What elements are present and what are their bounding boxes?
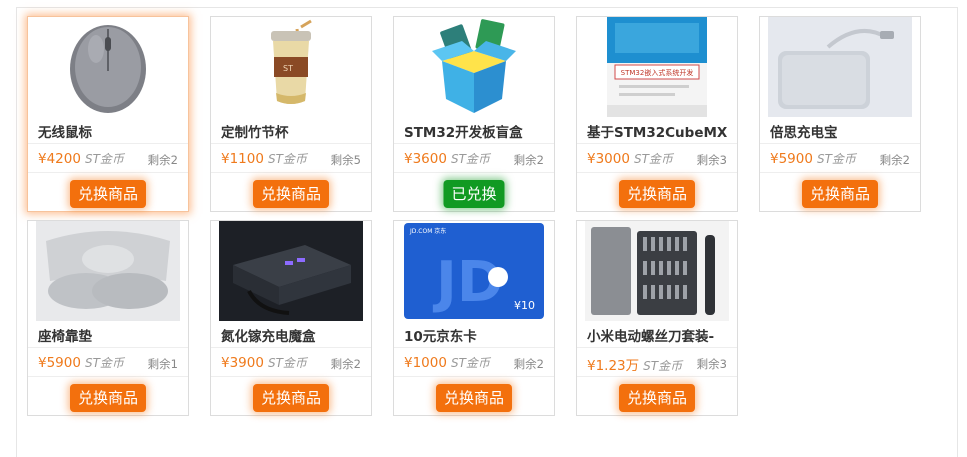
redeem-button[interactable]: 兑换商品 (252, 384, 330, 412)
product-card[interactable]: STM32嵌入式系统开发 基于STM32CubeMX ¥3000 ST金币 剩余3… (576, 16, 738, 212)
product-name: 座椅靠垫 (38, 329, 92, 345)
product-name: 氮化镓充电魔盒 (221, 329, 316, 345)
product-name: 小米电动螺丝刀套装- (587, 329, 715, 345)
product-card[interactable]: ST 定制竹节杯 ¥1100 ST金币 剩余5 兑换商品 (210, 16, 372, 212)
bamboo-cup-image: ST (219, 17, 363, 117)
product-name: STM32开发板盲盒 (404, 125, 523, 141)
redeem-button[interactable]: 兑换商品 (69, 384, 147, 412)
product-name: 基于STM32CubeMX (587, 125, 728, 141)
stock-count: 剩余2 (879, 153, 910, 167)
redeem-button[interactable]: 兑换商品 (618, 180, 696, 208)
price-row: ¥3900 ST金币 剩余2 (211, 347, 371, 377)
price-row: ¥3000 ST金币 剩余3 (577, 143, 737, 173)
price: ¥3900 ST金币 (221, 355, 307, 371)
product-name: 无线鼠标 (38, 125, 92, 141)
gan-charger-image (219, 221, 363, 321)
price-row: ¥1000 ST金币 剩余2 (394, 347, 554, 377)
jd-card-brand: JD.COM 京东 (409, 227, 446, 235)
stock-count: 剩余5 (330, 153, 361, 167)
price: ¥5900 ST金币 (38, 355, 124, 371)
power-bank-image (768, 17, 912, 117)
price: ¥3000 ST金币 (587, 151, 673, 167)
product-card[interactable]: 倍思充电宝 ¥5900 ST金币 剩余2 兑换商品 (759, 16, 921, 212)
jd-card-amount: ¥10 (514, 299, 535, 312)
product-card[interactable]: 无线鼠标 ¥4200 ST金币 剩余2 兑换商品 (27, 16, 189, 212)
product-grid: 无线鼠标 ¥4200 ST金币 剩余2 兑换商品 ST 定制竹节杯 ¥1100 ST… (27, 16, 921, 416)
book-image: STM32嵌入式系统开发 (585, 17, 729, 117)
wireless-mouse-image (36, 17, 180, 117)
stock-count: 剩余2 (513, 153, 544, 167)
product-name: 定制竹节杯 (221, 125, 289, 141)
price-row: ¥4200 ST金币 剩余2 (28, 143, 188, 173)
price-row: ¥5900 ST金币 剩余1 (28, 347, 188, 377)
stock-count: 剩余2 (513, 357, 544, 371)
product-card[interactable]: JD.COM 京东 JD ¥10 10元京东卡 ¥1000 ST金币 剩余2 兑换… (393, 220, 555, 416)
svg-text:ST: ST (283, 64, 293, 73)
stock-count: 剩余3 (696, 357, 727, 371)
seat-cushion-image (36, 221, 180, 321)
redeem-button[interactable]: 兑换商品 (618, 384, 696, 412)
price: ¥5900 ST金币 (770, 151, 856, 167)
product-name: 倍思充电宝 (770, 125, 838, 141)
price: ¥1000 ST金币 (404, 355, 490, 371)
redeem-button[interactable]: 兑换商品 (435, 384, 513, 412)
product-card[interactable]: 座椅靠垫 ¥5900 ST金币 剩余1 兑换商品 (27, 220, 189, 416)
product-card[interactable]: STM32开发板盲盒 ¥3600 ST金币 剩余2 已兑换 (393, 16, 555, 212)
screwdriver-kit-image (585, 221, 729, 321)
price-row: ¥5900 ST金币 剩余2 (760, 143, 920, 173)
redeemed-button[interactable]: 已兑换 (443, 180, 505, 208)
redeem-button[interactable]: 兑换商品 (801, 180, 879, 208)
blind-box-image (402, 17, 546, 117)
price-row: ¥1.23万 ST金币 剩余3 (577, 347, 737, 377)
product-name: 10元京东卡 (404, 329, 477, 345)
stock-count: 剩余1 (147, 357, 178, 371)
stock-count: 剩余2 (330, 357, 361, 371)
price-row: ¥1100 ST金币 剩余5 (211, 143, 371, 173)
price: ¥1100 ST金币 (221, 151, 307, 167)
price-row: ¥3600 ST金币 剩余2 (394, 143, 554, 173)
product-card[interactable]: 小米电动螺丝刀套装- ¥1.23万 ST金币 剩余3 兑换商品 (576, 220, 738, 416)
redeem-button[interactable]: 兑换商品 (252, 180, 330, 208)
product-card[interactable]: 氮化镓充电魔盒 ¥3900 ST金币 剩余2 兑换商品 (210, 220, 372, 416)
price: ¥1.23万 ST金币 (587, 358, 683, 374)
redeem-button[interactable]: 兑换商品 (69, 180, 147, 208)
price: ¥4200 ST金币 (38, 151, 124, 167)
jd-card-image: JD.COM 京东 JD ¥10 (402, 221, 546, 321)
price: ¥3600 ST金币 (404, 151, 490, 167)
stock-count: 剩余2 (147, 153, 178, 167)
stock-count: 剩余3 (696, 153, 727, 167)
book-cover-title: STM32嵌入式系统开发 (621, 68, 694, 77)
